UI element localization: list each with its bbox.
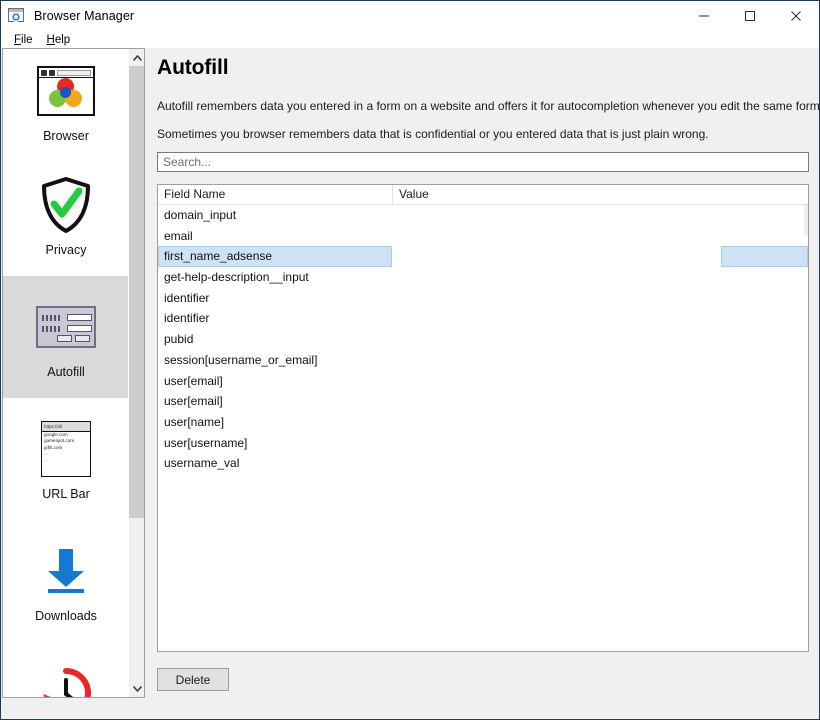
sidebar-item-downloads[interactable]: Downloads — [3, 520, 129, 642]
sidebar-item-list: Browser Privacy Autofill https://all goo… — [3, 49, 129, 697]
table-row[interactable]: identifier — [158, 308, 808, 329]
chevron-up-icon[interactable] — [129, 49, 144, 66]
sidebar-item-privacy[interactable]: Privacy — [3, 154, 129, 276]
cell-field-name: identifier — [164, 311, 210, 326]
chevron-down-icon[interactable] — [129, 680, 144, 697]
cell-field-name: domain_input — [164, 208, 237, 222]
cell-field-name: identifier — [164, 290, 210, 305]
table-row[interactable]: domain_input — [158, 205, 808, 226]
minimize-icon[interactable] — [681, 1, 727, 31]
sidebar-item-label: Browser — [43, 129, 89, 143]
cell-field-name: user[name] — [164, 414, 225, 429]
sidebar-item-autofill[interactable]: Autofill — [3, 276, 129, 398]
cell-value — [392, 267, 808, 288]
shield-check-icon — [35, 174, 97, 236]
sidebar-item-history[interactable]: History — [3, 642, 129, 697]
sidebar-item-label: Autofill — [47, 364, 85, 379]
table-row[interactable]: user[email] — [158, 391, 808, 412]
sidebar-item-label: Privacy — [45, 242, 87, 257]
cell-field-name: user[username] — [164, 435, 248, 450]
url-bar-icon: https://all google.com gamespot.com gift… — [35, 418, 97, 480]
menu-file-rest: ile — [21, 34, 33, 46]
page-title: Autofill — [157, 56, 229, 79]
list-scroll-track[interactable] — [804, 205, 808, 235]
maximize-icon[interactable] — [727, 1, 773, 31]
sidebar-scrollbar-thumb[interactable] — [129, 66, 144, 518]
description-line-2: Sometimes you browser remembers data tha… — [157, 127, 709, 141]
cell-value — [392, 246, 808, 267]
table-row[interactable]: first_name_adsense — [158, 246, 808, 268]
table-row[interactable]: user[email] — [158, 371, 808, 392]
title-bar: Browser Manager — [1, 1, 819, 31]
cell-field-name: session[username_or_email] — [164, 352, 318, 367]
table-row[interactable]: session[username_or_email] — [158, 350, 808, 371]
description-line-1: Autofill remembers data you entered in a… — [157, 99, 820, 113]
search-input[interactable] — [157, 152, 809, 172]
browser-manager-window: Browser Manager File Help Browser Privac… — [0, 0, 820, 720]
history-clock-icon — [35, 662, 97, 697]
cell-value — [392, 350, 808, 371]
cell-value — [392, 308, 808, 329]
table-row[interactable]: user[name] — [158, 412, 808, 433]
cell-value — [392, 453, 808, 474]
menu-item-file[interactable]: File — [7, 31, 40, 49]
sidebar-scrollbar[interactable] — [128, 49, 144, 697]
cell-field-name: email — [164, 228, 193, 243]
table-row[interactable]: user[username] — [158, 433, 808, 454]
menu-help-accel: H — [46, 34, 55, 46]
column-header-value[interactable]: Value — [392, 185, 808, 204]
sidebar: Browser Privacy Autofill https://all goo… — [2, 48, 145, 698]
autofill-list[interactable]: Field Name Value domain_inputemail first_… — [157, 184, 809, 652]
table-row[interactable]: get-help-description__input — [158, 267, 808, 288]
sidebar-item-label: Downloads — [35, 608, 97, 623]
cell-field-name: pubid — [164, 332, 194, 347]
cell-field-name: get-help-description__input — [164, 270, 309, 285]
cell-value — [392, 226, 808, 247]
download-arrow-icon — [35, 540, 97, 602]
cell-field-name: first_name_adsense — [158, 246, 392, 268]
menu-item-help[interactable]: Help — [40, 31, 78, 49]
url-bar-icon-entry: ... — [44, 457, 48, 462]
main-panel: Autofill Autofill remembers data you ent… — [146, 48, 819, 698]
cell-value — [392, 391, 808, 412]
cell-value — [392, 288, 808, 309]
gear-window-icon — [8, 7, 26, 25]
window-title: Browser Manager — [34, 9, 135, 23]
cell-field-name: username_val — [164, 456, 240, 471]
url-bar-icon-header: https://all — [42, 421, 90, 432]
menu-bar: File Help — [1, 31, 819, 49]
delete-button[interactable]: Delete — [157, 668, 229, 691]
list-body: domain_inputemail first_name_adsense get-h… — [158, 205, 808, 651]
menu-help-rest: elp — [54, 34, 71, 46]
sidebar-item-url-bar[interactable]: https://all google.com gamespot.com gift… — [3, 398, 129, 520]
table-row[interactable]: identifier — [158, 288, 808, 309]
status-bar — [2, 700, 819, 718]
column-header-field-name[interactable]: Field Name — [158, 185, 392, 204]
sidebar-item-label: URL Bar — [42, 486, 90, 501]
cell-field-name: user[email] — [164, 394, 223, 409]
table-row[interactable]: username_val — [158, 453, 808, 474]
window-controls — [681, 1, 819, 31]
list-header: Field Name Value — [158, 185, 808, 205]
autofill-form-icon — [35, 296, 97, 358]
cell-value — [392, 205, 808, 226]
close-icon[interactable] — [773, 1, 819, 31]
cell-value — [392, 329, 808, 350]
cell-field-name: user[email] — [164, 373, 223, 388]
menu-file-accel: F — [14, 34, 22, 46]
cell-value — [392, 412, 808, 433]
cell-value — [392, 371, 808, 392]
sidebar-item-browser[interactable]: Browser — [3, 49, 129, 154]
table-row[interactable]: pubid — [158, 329, 808, 350]
table-row[interactable]: email — [158, 226, 808, 247]
cell-value — [392, 433, 808, 454]
browser-icon — [35, 60, 97, 122]
